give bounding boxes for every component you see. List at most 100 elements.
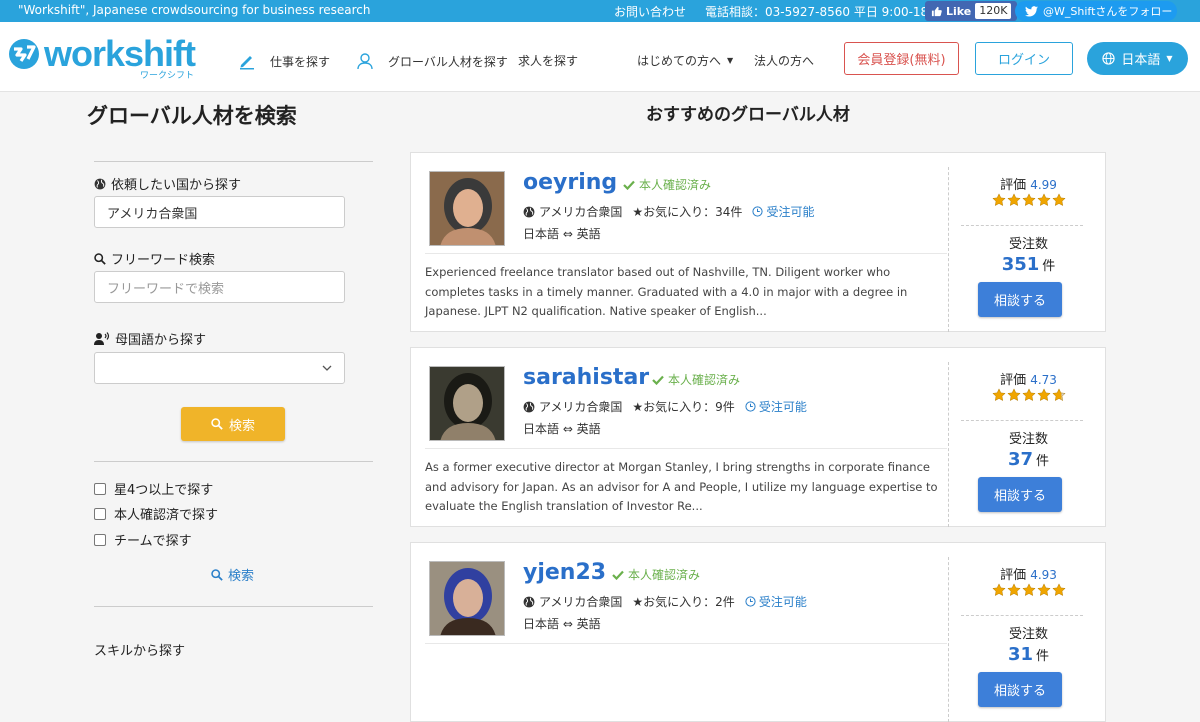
globe-icon [523, 401, 535, 412]
country-input[interactable]: アメリカ合衆国 [94, 196, 345, 228]
filter-verified[interactable]: 本人確認済で探す [94, 504, 218, 523]
nav-first-time[interactable]: はじめての方へ ▼ [637, 52, 733, 69]
freelancer-card: oeyring 本人確認済み アメリカ合衆国 ★お気に入り：34件 受注可能 日… [410, 152, 1106, 332]
sidebar-search-label: 検索 [228, 418, 255, 434]
divider [961, 225, 1083, 226]
phone-info: 電話相談：03-5927-8560 平日 9:00-18:00 [705, 5, 948, 19]
star-icon [991, 583, 1006, 596]
freelancer-description: Experienced freelance translator based o… [425, 265, 908, 318]
star-icon [991, 193, 1006, 206]
facebook-like-label: Like [946, 4, 972, 18]
checkbox[interactable] [94, 533, 106, 546]
checkbox[interactable] [94, 507, 106, 520]
verified-badge: 本人確認済み [612, 566, 700, 583]
divider [94, 461, 373, 462]
tagline: "Workshift", Japanese crowdsourcing for … [18, 3, 371, 17]
freelancer-meta: アメリカ合衆国 ★お気に入り：2件 受注可能 [523, 593, 807, 610]
divider [94, 161, 373, 162]
freelancer-card: yjen23 本人確認済み アメリカ合衆国 ★お気に入り：2件 受注可能 日本語… [410, 542, 1106, 722]
star-icon [1006, 583, 1021, 596]
orders-value: 37 [1007, 449, 1034, 470]
rating: 評価 4.99 [951, 174, 1106, 193]
verified-label: 本人確認済み [628, 568, 701, 582]
search-icon [211, 568, 223, 581]
consult-button[interactable]: 相談する [978, 282, 1062, 317]
country-filter-label: 依頼したい国から探す [94, 174, 241, 193]
orders-unit: 件 [1036, 454, 1050, 469]
sidebar-search-button[interactable]: 検索 [181, 407, 285, 441]
rating-label: 評価 [1000, 568, 1027, 583]
search-icon [211, 418, 223, 430]
freelancer-favorites: ★お気に入り：2件 [632, 595, 735, 609]
contact-link[interactable]: お問い合わせ [614, 3, 686, 20]
nav-recruit-label: 求人を探す [518, 54, 579, 68]
orders-label: 受注数 [1008, 432, 1048, 447]
freelancer-name[interactable]: oeyring [523, 170, 617, 195]
workshift-logo[interactable]: workshift ワークシフト [8, 33, 196, 81]
star-icon [1051, 193, 1066, 206]
native-language-select[interactable] [94, 352, 345, 384]
nav-find-job-label: 仕事を探す [270, 54, 331, 69]
keyword-filter-label-text: フリーワード検索 [111, 253, 216, 268]
skills-filter-label: スキルから探す [94, 644, 186, 659]
orders-unit: 件 [1042, 259, 1056, 274]
login-button[interactable]: ログイン [975, 42, 1073, 75]
orders-label: 受注数 [1008, 627, 1048, 642]
rating-label: 評価 [1000, 178, 1027, 193]
divider [94, 606, 373, 607]
divider [961, 615, 1083, 616]
register-button[interactable]: 会員登録(無料) [844, 42, 959, 75]
rating: 評価 4.73 [951, 369, 1106, 388]
caret-down-icon: ▼ [727, 56, 734, 65]
freelancer-meta: アメリカ合衆国 ★お気に入り：34件 受注可能 [523, 203, 814, 220]
filter-search-link[interactable]: 検索 [211, 565, 254, 584]
orders-count: 31 件 [951, 644, 1106, 665]
freelancer-name[interactable]: yjen23 [523, 560, 606, 585]
clock-icon [752, 206, 764, 217]
freelancer-languages: 日本語 ⇔ 英語 [523, 422, 601, 436]
freelancer-card: sarahistar 本人確認済み アメリカ合衆国 ★お気に入り：9件 受注可能… [410, 347, 1106, 527]
thumbs-up-icon [931, 6, 942, 16]
nav-global-talent[interactable]: グローバル人材を探す [356, 52, 508, 70]
facebook-like-button[interactable]: Like 120K [925, 1, 1018, 21]
nav-global-talent-label: グローバル人材を探す [388, 54, 508, 69]
rating-stars [951, 193, 1106, 207]
workshift-logo-mark-icon [9, 39, 39, 69]
freelancer-country: アメリカ合衆国 [539, 205, 623, 219]
avatar[interactable] [429, 171, 505, 246]
freelancer-meta: アメリカ合衆国 ★お気に入り：9件 受注可能 [523, 398, 807, 415]
nav-first-time-label: はじめての方へ [637, 54, 722, 68]
star-icon [1036, 583, 1051, 596]
keyword-input[interactable]: フリーワードで検索 [94, 271, 345, 303]
freelancer-name[interactable]: sarahistar [523, 365, 649, 390]
avatar[interactable] [429, 366, 505, 441]
language-selector[interactable]: 日本語 ▼ [1087, 42, 1188, 75]
nav-find-job[interactable]: 仕事を探す [238, 52, 330, 70]
verified-label: 本人確認済み [668, 373, 741, 387]
freelancer-country: アメリカ合衆国 [539, 595, 623, 609]
filter-verified-label: 本人確認済で探す [114, 508, 219, 523]
divider [425, 643, 947, 644]
filter-four-stars[interactable]: 星4つ以上で探す [94, 479, 213, 498]
availability-label: 受注可能 [758, 595, 807, 609]
star-icon [1051, 388, 1066, 401]
nav-corporate[interactable]: 法人の方へ [754, 52, 814, 69]
filter-team[interactable]: チームで探す [94, 530, 192, 549]
nav-recruit[interactable]: 求人を探す [518, 52, 578, 69]
checkbox[interactable] [94, 482, 106, 495]
chevron-down-icon [322, 365, 332, 371]
keyword-filter-label: フリーワード検索 [94, 249, 215, 268]
star-icon [1051, 583, 1066, 596]
rating-stars [951, 388, 1106, 402]
native-language-label-text: 母国語から探す [115, 333, 207, 348]
logo-text: workshift [44, 33, 196, 74]
availability-status: 受注可能 [745, 593, 807, 610]
rating-stars [951, 583, 1106, 597]
filter-four-stars-label: 星4つ以上で探す [114, 483, 214, 498]
consult-button[interactable]: 相談する [978, 477, 1062, 512]
search-icon [94, 252, 106, 265]
avatar[interactable] [429, 561, 505, 636]
consult-button[interactable]: 相談する [978, 672, 1062, 707]
star-icon [1036, 388, 1051, 401]
twitter-follow-button[interactable]: @W_Shiftさんをフォロー [1015, 1, 1177, 21]
